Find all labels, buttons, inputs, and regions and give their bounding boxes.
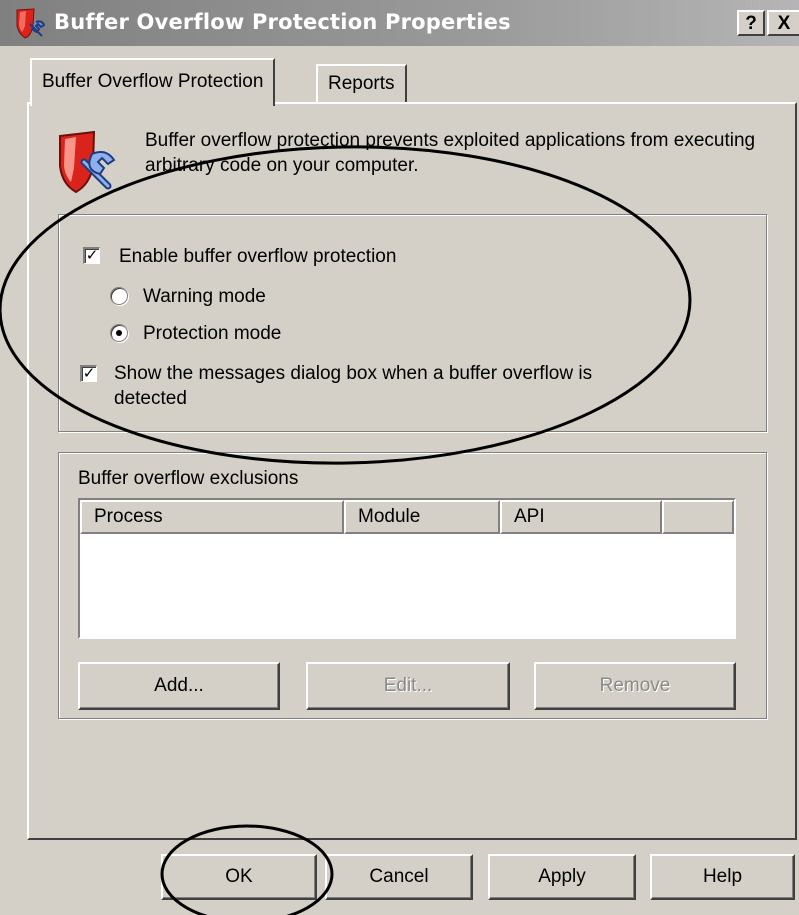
add-button[interactable]: Add... bbox=[78, 662, 280, 710]
ok-button[interactable]: OK bbox=[161, 854, 317, 900]
help-button[interactable]: Help bbox=[650, 854, 795, 900]
column-process[interactable]: Process bbox=[80, 500, 344, 534]
column-blank[interactable] bbox=[662, 500, 734, 534]
edit-button[interactable]: Edit... bbox=[306, 662, 510, 710]
protection-mode-radio[interactable]: Protection mode bbox=[110, 322, 330, 348]
column-module[interactable]: Module bbox=[344, 500, 500, 534]
help-title-button[interactable]: ? bbox=[737, 10, 765, 36]
tab-buffer-overflow-protection[interactable]: Buffer Overflow Protection bbox=[30, 58, 276, 106]
enable-protection-check-box[interactable]: ✓ bbox=[83, 247, 100, 264]
enable-protection-checkbox[interactable]: ✓ Enable buffer overflow protection bbox=[83, 245, 483, 271]
show-messages-label-line1: Show the messages dialog box when a buff… bbox=[114, 363, 593, 384]
protection-mode-radio-circle[interactable] bbox=[110, 324, 128, 342]
show-messages-checkbox[interactable]: ✓ Show the messages dialog box when a bu… bbox=[80, 362, 700, 414]
window-title: Buffer Overflow Protection Properties bbox=[54, 10, 511, 34]
show-messages-check-box[interactable]: ✓ bbox=[80, 365, 97, 382]
app-shield-icon bbox=[16, 8, 46, 39]
close-button[interactable]: X bbox=[767, 10, 799, 36]
enable-protection-label: Enable buffer overflow protection bbox=[119, 246, 397, 267]
description-text: Buffer overflow protection prevents expl… bbox=[145, 130, 756, 176]
title-bar[interactable]: Buffer Overflow Protection Properties ? … bbox=[0, 0, 799, 46]
shield-wrench-icon bbox=[59, 130, 116, 194]
exclusions-list[interactable]: Process Module API bbox=[78, 498, 736, 639]
protection-mode-label: Protection mode bbox=[143, 323, 282, 344]
remove-button[interactable]: Remove bbox=[534, 662, 736, 710]
show-messages-label-line2: detected bbox=[114, 388, 187, 409]
warning-mode-radio-circle[interactable] bbox=[110, 287, 128, 305]
cancel-button[interactable]: Cancel bbox=[325, 854, 473, 900]
list-header: Process Module API bbox=[80, 500, 734, 534]
apply-button[interactable]: Apply bbox=[488, 854, 636, 900]
tab-reports[interactable]: Reports bbox=[316, 64, 407, 102]
exclusions-title: Buffer overflow exclusions bbox=[78, 468, 299, 489]
warning-mode-label: Warning mode bbox=[143, 286, 266, 307]
warning-mode-radio[interactable]: Warning mode bbox=[110, 285, 310, 311]
column-api[interactable]: API bbox=[500, 500, 662, 534]
